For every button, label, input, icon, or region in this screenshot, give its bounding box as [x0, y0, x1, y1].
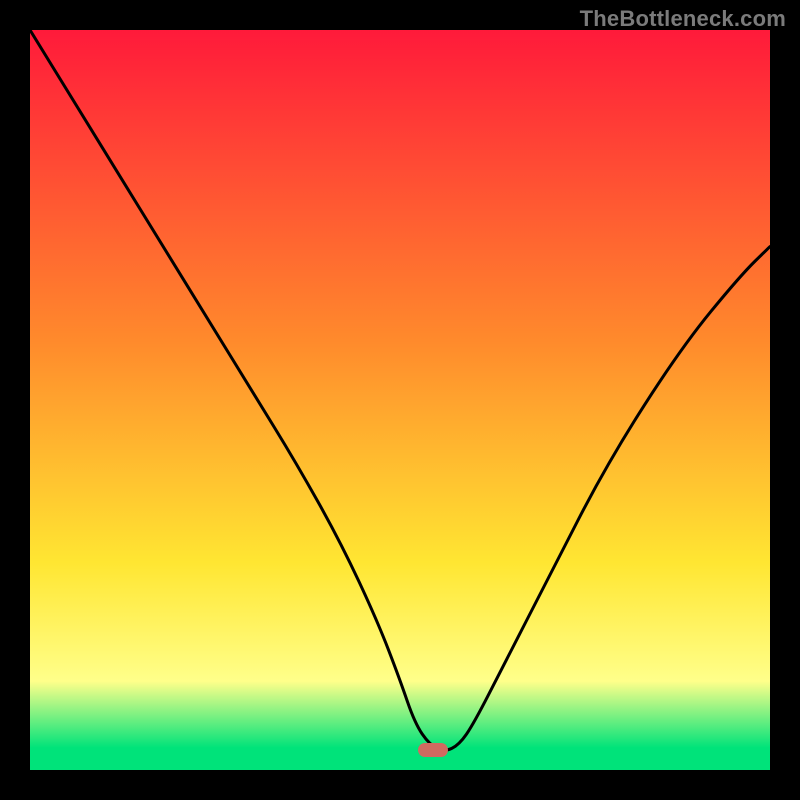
background-gradient [30, 30, 770, 770]
minimum-marker [418, 743, 448, 757]
chart-frame: TheBottleneck.com [0, 0, 800, 800]
watermark-text: TheBottleneck.com [580, 6, 786, 32]
plot-area [30, 30, 770, 770]
